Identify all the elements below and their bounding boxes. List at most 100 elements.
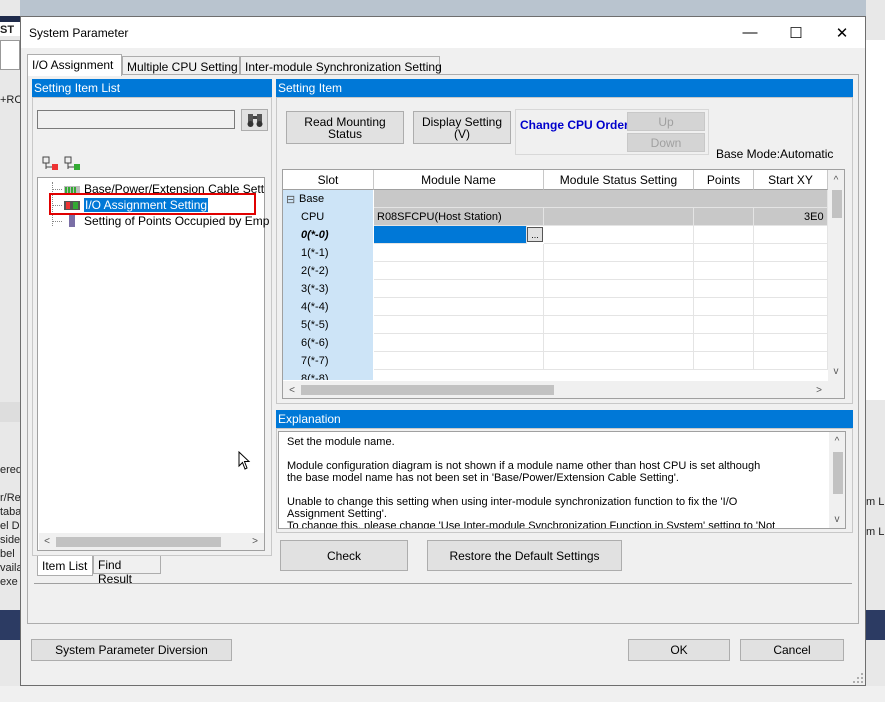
module-name-cell[interactable] bbox=[374, 316, 544, 334]
start-xy-cell[interactable] bbox=[754, 226, 828, 244]
points-cell[interactable] bbox=[694, 298, 754, 316]
module-status-cell[interactable] bbox=[544, 226, 694, 244]
tree-horizontal-scrollbar[interactable]: < > bbox=[39, 533, 264, 550]
module-status-cell[interactable] bbox=[544, 280, 694, 298]
table-row[interactable]: 7(*-7) bbox=[283, 352, 828, 370]
system-parameter-diversion-button[interactable]: System Parameter Diversion bbox=[31, 639, 232, 661]
points-cell[interactable] bbox=[694, 280, 754, 298]
bg-fragment: el D bbox=[0, 520, 20, 532]
points-cell bbox=[694, 208, 754, 226]
scroll-down-icon[interactable]: v bbox=[830, 512, 844, 526]
scroll-up-icon[interactable]: ^ bbox=[830, 434, 844, 448]
column-header-points[interactable]: Points bbox=[694, 170, 754, 190]
explanation-scrollbar[interactable]: ^ v bbox=[829, 432, 845, 528]
table-row[interactable]: 1(*-1) bbox=[283, 244, 828, 262]
slot-cell: CPU bbox=[283, 208, 373, 226]
table-row[interactable]: 5(*-5) bbox=[283, 316, 828, 334]
module-browse-button[interactable]: ... bbox=[527, 227, 543, 242]
scroll-left-icon[interactable]: < bbox=[40, 534, 54, 548]
scroll-up-icon[interactable]: ^ bbox=[829, 173, 843, 187]
points-cell[interactable] bbox=[694, 262, 754, 280]
points-cell[interactable] bbox=[694, 316, 754, 334]
module-status-cell[interactable] bbox=[544, 244, 694, 262]
tab-find-result[interactable]: Find Result bbox=[93, 556, 161, 586]
column-header-module-status[interactable]: Module Status Setting bbox=[544, 170, 694, 190]
slot-cell: 8(*-8) bbox=[283, 370, 373, 380]
table-horizontal-scrollbar[interactable]: < > bbox=[283, 381, 844, 398]
start-xy-cell[interactable] bbox=[754, 262, 828, 280]
bg-fragment: bel bbox=[0, 548, 15, 560]
points-cell[interactable] bbox=[694, 352, 754, 370]
scroll-thumb[interactable] bbox=[301, 385, 554, 395]
tab-inter-module-sync[interactable]: Inter-module Synchronization Setting bbox=[240, 56, 442, 75]
module-status-cell[interactable] bbox=[544, 352, 694, 370]
start-xy-cell[interactable] bbox=[754, 298, 828, 316]
table-row[interactable]: 8(*-8) bbox=[283, 370, 828, 380]
column-header-module-name[interactable]: Module Name bbox=[374, 170, 544, 190]
module-name-cell[interactable] bbox=[374, 298, 544, 316]
table-row-cpu[interactable]: CPU R08SFCPU(Host Station) 3E0 bbox=[283, 208, 828, 226]
scroll-thumb[interactable] bbox=[56, 537, 221, 547]
explanation-line: Unable to change this setting when using… bbox=[287, 496, 738, 508]
scroll-thumb[interactable] bbox=[833, 452, 843, 494]
minimize-button[interactable]: — bbox=[727, 17, 773, 48]
tab-io-assignment[interactable]: I/O Assignment bbox=[27, 54, 122, 76]
maximize-button[interactable]: ☐ bbox=[773, 17, 819, 48]
expand-all-icon[interactable] bbox=[42, 155, 60, 174]
table-row[interactable]: 0(*-0) ... bbox=[283, 226, 828, 244]
points-cell[interactable] bbox=[694, 226, 754, 244]
scroll-thumb[interactable] bbox=[832, 190, 842, 218]
cancel-button[interactable]: Cancel bbox=[740, 639, 844, 661]
module-status-cell[interactable] bbox=[544, 334, 694, 352]
module-name-cell[interactable] bbox=[374, 244, 544, 262]
module-status-cell[interactable] bbox=[544, 316, 694, 334]
table-row[interactable]: 3(*-3) bbox=[283, 280, 828, 298]
points-cell[interactable] bbox=[694, 334, 754, 352]
module-name-cell-selected[interactable] bbox=[374, 226, 527, 244]
module-name-cell[interactable] bbox=[374, 334, 544, 352]
column-header-slot[interactable]: Slot bbox=[283, 170, 374, 190]
restore-defaults-button[interactable]: Restore the Default Settings bbox=[427, 540, 622, 571]
points-cell[interactable] bbox=[694, 244, 754, 262]
explanation-header: Explanation bbox=[276, 410, 853, 428]
explanation-line: Set the module name. bbox=[287, 436, 395, 448]
find-button[interactable] bbox=[241, 109, 268, 131]
start-xy-cell[interactable] bbox=[754, 316, 828, 334]
collapse-icon[interactable]: ⊟ bbox=[286, 193, 295, 206]
start-xy-cell[interactable] bbox=[754, 352, 828, 370]
module-name-cell[interactable] bbox=[374, 280, 544, 298]
table-row-base[interactable]: ⊟ Base bbox=[283, 190, 828, 208]
scroll-left-icon[interactable]: < bbox=[285, 383, 299, 397]
read-mounting-status-button[interactable]: Read Mounting Status bbox=[286, 111, 404, 144]
table-row[interactable]: 4(*-4) bbox=[283, 298, 828, 316]
display-setting-button[interactable]: Display Setting (V) bbox=[413, 111, 511, 144]
scroll-right-icon[interactable]: > bbox=[248, 534, 262, 548]
close-button[interactable]: ✕ bbox=[819, 17, 865, 48]
collapse-all-icon[interactable] bbox=[64, 155, 82, 174]
module-status-cell[interactable] bbox=[544, 298, 694, 316]
start-xy-cell[interactable] bbox=[754, 334, 828, 352]
start-xy-cell[interactable] bbox=[754, 280, 828, 298]
resize-grip-icon[interactable] bbox=[852, 672, 864, 684]
check-button[interactable]: Check bbox=[280, 540, 408, 571]
tab-item-list[interactable]: Item List bbox=[37, 556, 93, 576]
column-header-start-xy[interactable]: Start XY bbox=[754, 170, 828, 190]
tab-multiple-cpu-setting[interactable]: Multiple CPU Setting bbox=[122, 56, 240, 75]
scroll-down-icon[interactable]: v bbox=[829, 364, 843, 378]
ok-button[interactable]: OK bbox=[628, 639, 730, 661]
scroll-right-icon[interactable]: > bbox=[812, 383, 826, 397]
module-name-cell[interactable] bbox=[374, 262, 544, 280]
table-row[interactable]: 2(*-2) bbox=[283, 262, 828, 280]
up-button[interactable]: Up bbox=[627, 112, 705, 131]
start-xy-cell[interactable] bbox=[754, 244, 828, 262]
table-vertical-scrollbar[interactable]: ^ v bbox=[828, 170, 844, 382]
empty-slot-icon bbox=[69, 215, 75, 227]
module-name-cell[interactable] bbox=[374, 352, 544, 370]
module-status-cell[interactable] bbox=[544, 262, 694, 280]
down-button[interactable]: Down bbox=[627, 133, 705, 152]
tree-item-label: Setting of Points Occupied by Emp bbox=[84, 214, 270, 228]
tree-item-points-occupied[interactable]: Setting of Points Occupied by Emp bbox=[52, 213, 269, 229]
table-row[interactable]: 6(*-6) bbox=[283, 334, 828, 352]
search-input[interactable] bbox=[37, 110, 235, 129]
base-mode-label: Base Mode:Automatic bbox=[716, 147, 834, 161]
